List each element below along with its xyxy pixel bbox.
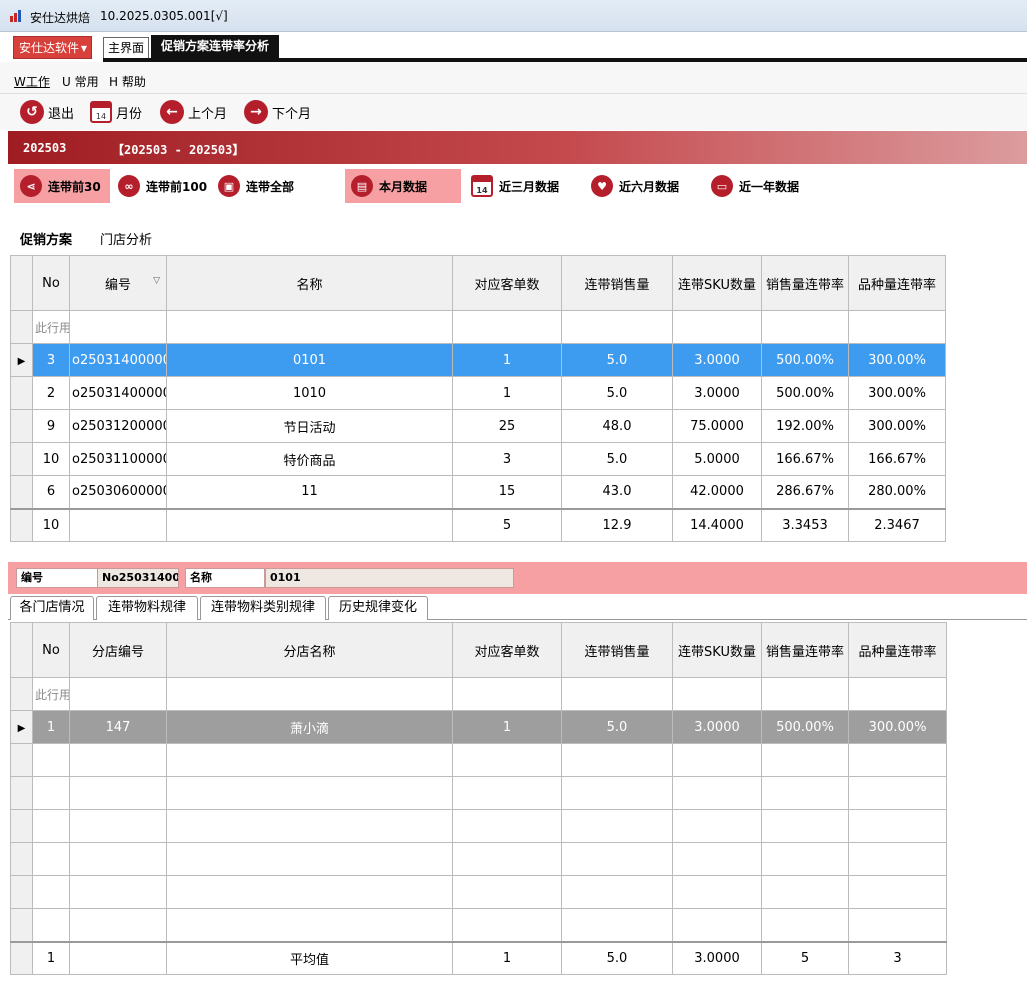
arrow-left-icon: ← xyxy=(160,100,184,124)
table-header: No 分店编号 分店名称 对应客单数 连带销售量 连带SKU数量 销售量连带率 … xyxy=(10,622,947,678)
col-qty[interactable]: 连带销售量 xyxy=(561,255,673,311)
col-qty-rate[interactable]: 销售量连带率 xyxy=(761,622,849,678)
brand-menu-button[interactable]: 安仕达软件 ▼ xyxy=(13,36,92,59)
table-header: No 编号 ▽ 名称 对应客单数 连带销售量 连带SKU数量 销售量连带率 品种量… xyxy=(10,255,946,311)
row-pointer-icon: ▶ xyxy=(17,355,26,367)
table-footer: 10 5 12.9 14.4000 3.3453 2.3467 xyxy=(10,507,946,542)
empty-row xyxy=(10,809,947,843)
menu-common[interactable]: U 常用 xyxy=(62,73,99,90)
share-icon: ⋖ xyxy=(20,175,42,197)
chart-icon: ▣ xyxy=(218,175,240,197)
arrow-right-icon: → xyxy=(244,100,268,124)
filter-row[interactable]: 此行用 xyxy=(10,677,947,711)
tab-store[interactable]: 门店分析 xyxy=(100,229,152,248)
name-label: 名称 xyxy=(185,568,265,588)
name-value[interactable]: 0101 xyxy=(265,568,514,588)
menu-help[interactable]: H 帮助 xyxy=(109,73,146,90)
clipboard-icon: ▤ xyxy=(351,175,373,197)
prev-month-button[interactable]: ← 上个月 xyxy=(160,100,227,124)
col-sku[interactable]: 连带SKU数量 xyxy=(672,255,762,311)
code-value[interactable]: No250314000001 xyxy=(97,568,179,588)
period-current: 202503 xyxy=(23,141,67,155)
col-sku-rate[interactable]: 品种量连带率 xyxy=(848,622,947,678)
table-row[interactable]: 2 o250314000002 1010 1 5.0 3.0000 500.00… xyxy=(10,376,946,410)
filter-hint[interactable]: 此行用 xyxy=(32,310,70,344)
tab-promo-analysis[interactable]: 促销方案连带率分析 xyxy=(151,35,279,59)
exit-button[interactable]: ↺ 退出 xyxy=(20,100,74,124)
tab-history-rules[interactable]: 历史规律变化 xyxy=(328,596,428,620)
col-orders[interactable]: 对应客单数 xyxy=(452,255,562,311)
table-footer: 1 平均值 1 5.0 3.0000 5 3 xyxy=(10,940,947,975)
filter-this-month-button[interactable]: ▤ 本月数据 xyxy=(345,169,461,203)
period-range: 【202503 - 202503】 xyxy=(112,143,245,157)
title-bar: 安仕达烘焙 10.2025.0305.001[√] xyxy=(0,0,1027,32)
table-row[interactable]: 9 o250312000001 节日活动 25 48.0 75.0000 192… xyxy=(10,409,946,443)
heart-icon: ♥ xyxy=(591,175,613,197)
detail-info-bar: 编号 No250314000001 名称 0101 xyxy=(8,562,1027,594)
filter-top30-button[interactable]: ⋖ 连带前30 xyxy=(14,169,110,203)
table-row[interactable]: 10 o250311000001 特价商品 3 5.0 5.0000 166.6… xyxy=(10,442,946,476)
col-sku-rate[interactable]: 品种量连带率 xyxy=(848,255,946,311)
empty-row xyxy=(10,908,947,942)
window-title: 安仕达烘焙 xyxy=(30,11,91,25)
filter-hint[interactable]: 此行用 xyxy=(32,677,70,711)
table-row[interactable]: ▶ 1 147 萧小滴 1 5.0 3.0000 500.00% 300.00% xyxy=(10,710,947,744)
filter-bar: ⋖ 连带前30 ∞ 连带前100 ▣ 连带全部 ▤ 本月数据 14 近三月数据 ♥ 近六月数… xyxy=(8,164,1027,208)
sub-tabs: 促销方案 门店分析 xyxy=(8,222,1027,257)
next-month-button[interactable]: → 下个月 xyxy=(244,100,311,124)
col-name[interactable]: 名称 xyxy=(166,255,453,311)
exit-icon: ↺ xyxy=(20,100,44,124)
tab-promo[interactable]: 促销方案 xyxy=(20,229,73,257)
table-row[interactable]: 6 o250306000001 11 15 43.0 42.0000 286.6… xyxy=(10,475,946,509)
month-button[interactable]: 14 月份 xyxy=(90,100,142,124)
col-qty-rate[interactable]: 销售量连带率 xyxy=(761,255,849,311)
col-store-name[interactable]: 分店名称 xyxy=(166,622,453,678)
sort-icon: ▽ xyxy=(153,276,160,286)
empty-row xyxy=(10,875,947,909)
calendar-icon: 14 xyxy=(471,175,493,197)
tab-material-rules[interactable]: 连带物料规律 xyxy=(96,596,198,620)
code-label: 编号 xyxy=(16,568,106,588)
link-icon: ∞ xyxy=(118,175,140,197)
period-bar: 202503 【202503 - 202503】 xyxy=(8,131,1027,164)
col-no[interactable]: No xyxy=(32,622,70,678)
filter-six-months-button[interactable]: ♥ 近六月数据 xyxy=(585,169,701,203)
filter-row[interactable]: 此行用 xyxy=(10,310,946,344)
version-label: 10.2025.0305.001[√] xyxy=(100,9,228,23)
row-pointer-icon: ▶ xyxy=(17,722,26,734)
filter-one-year-button[interactable]: ▭ 近一年数据 xyxy=(705,169,821,203)
monitor-icon: ▭ xyxy=(711,175,733,197)
app-icon xyxy=(10,10,24,22)
menu-work[interactable]: W工作 xyxy=(14,73,50,90)
calendar-icon: 14 xyxy=(90,101,112,123)
caret-down-icon: ▼ xyxy=(80,44,87,53)
menu-bar: W工作 U 常用 H 帮助 xyxy=(0,62,1027,94)
filter-top100-button[interactable]: ∞ 连带前100 xyxy=(112,169,212,203)
col-store-code[interactable]: 分店编号 xyxy=(69,622,167,678)
filter-three-months-button[interactable]: 14 近三月数据 xyxy=(465,169,581,203)
col-sku[interactable]: 连带SKU数量 xyxy=(672,622,762,678)
col-code[interactable]: 编号 ▽ xyxy=(69,255,167,311)
store-table: No 分店编号 分店名称 对应客单数 连带销售量 连带SKU数量 销售量连带率 … xyxy=(10,622,947,975)
empty-row xyxy=(10,842,947,876)
promo-table: No 编号 ▽ 名称 对应客单数 连带销售量 连带SKU数量 销售量连带率 品种量… xyxy=(10,255,946,542)
col-no[interactable]: No xyxy=(32,255,70,311)
col-qty[interactable]: 连带销售量 xyxy=(561,622,673,678)
tab-main[interactable]: 主界面 xyxy=(103,37,149,59)
detail-tabs: 各门店情况 连带物料规律 连带物料类别规律 历史规律变化 xyxy=(8,596,1027,620)
toolbar: ↺ 退出 14 月份 ← 上个月 → 下个月 xyxy=(0,94,1027,130)
empty-row xyxy=(10,776,947,810)
empty-row xyxy=(10,743,947,777)
filter-all-button[interactable]: ▣ 连带全部 xyxy=(212,169,312,203)
col-orders[interactable]: 对应客单数 xyxy=(452,622,562,678)
tab-category-rules[interactable]: 连带物料类别规律 xyxy=(200,596,326,620)
tab-store-status[interactable]: 各门店情况 xyxy=(10,596,94,620)
table-row[interactable]: ▶ 3 o250314000001 0101 1 5.0 3.0000 500.… xyxy=(10,343,946,377)
